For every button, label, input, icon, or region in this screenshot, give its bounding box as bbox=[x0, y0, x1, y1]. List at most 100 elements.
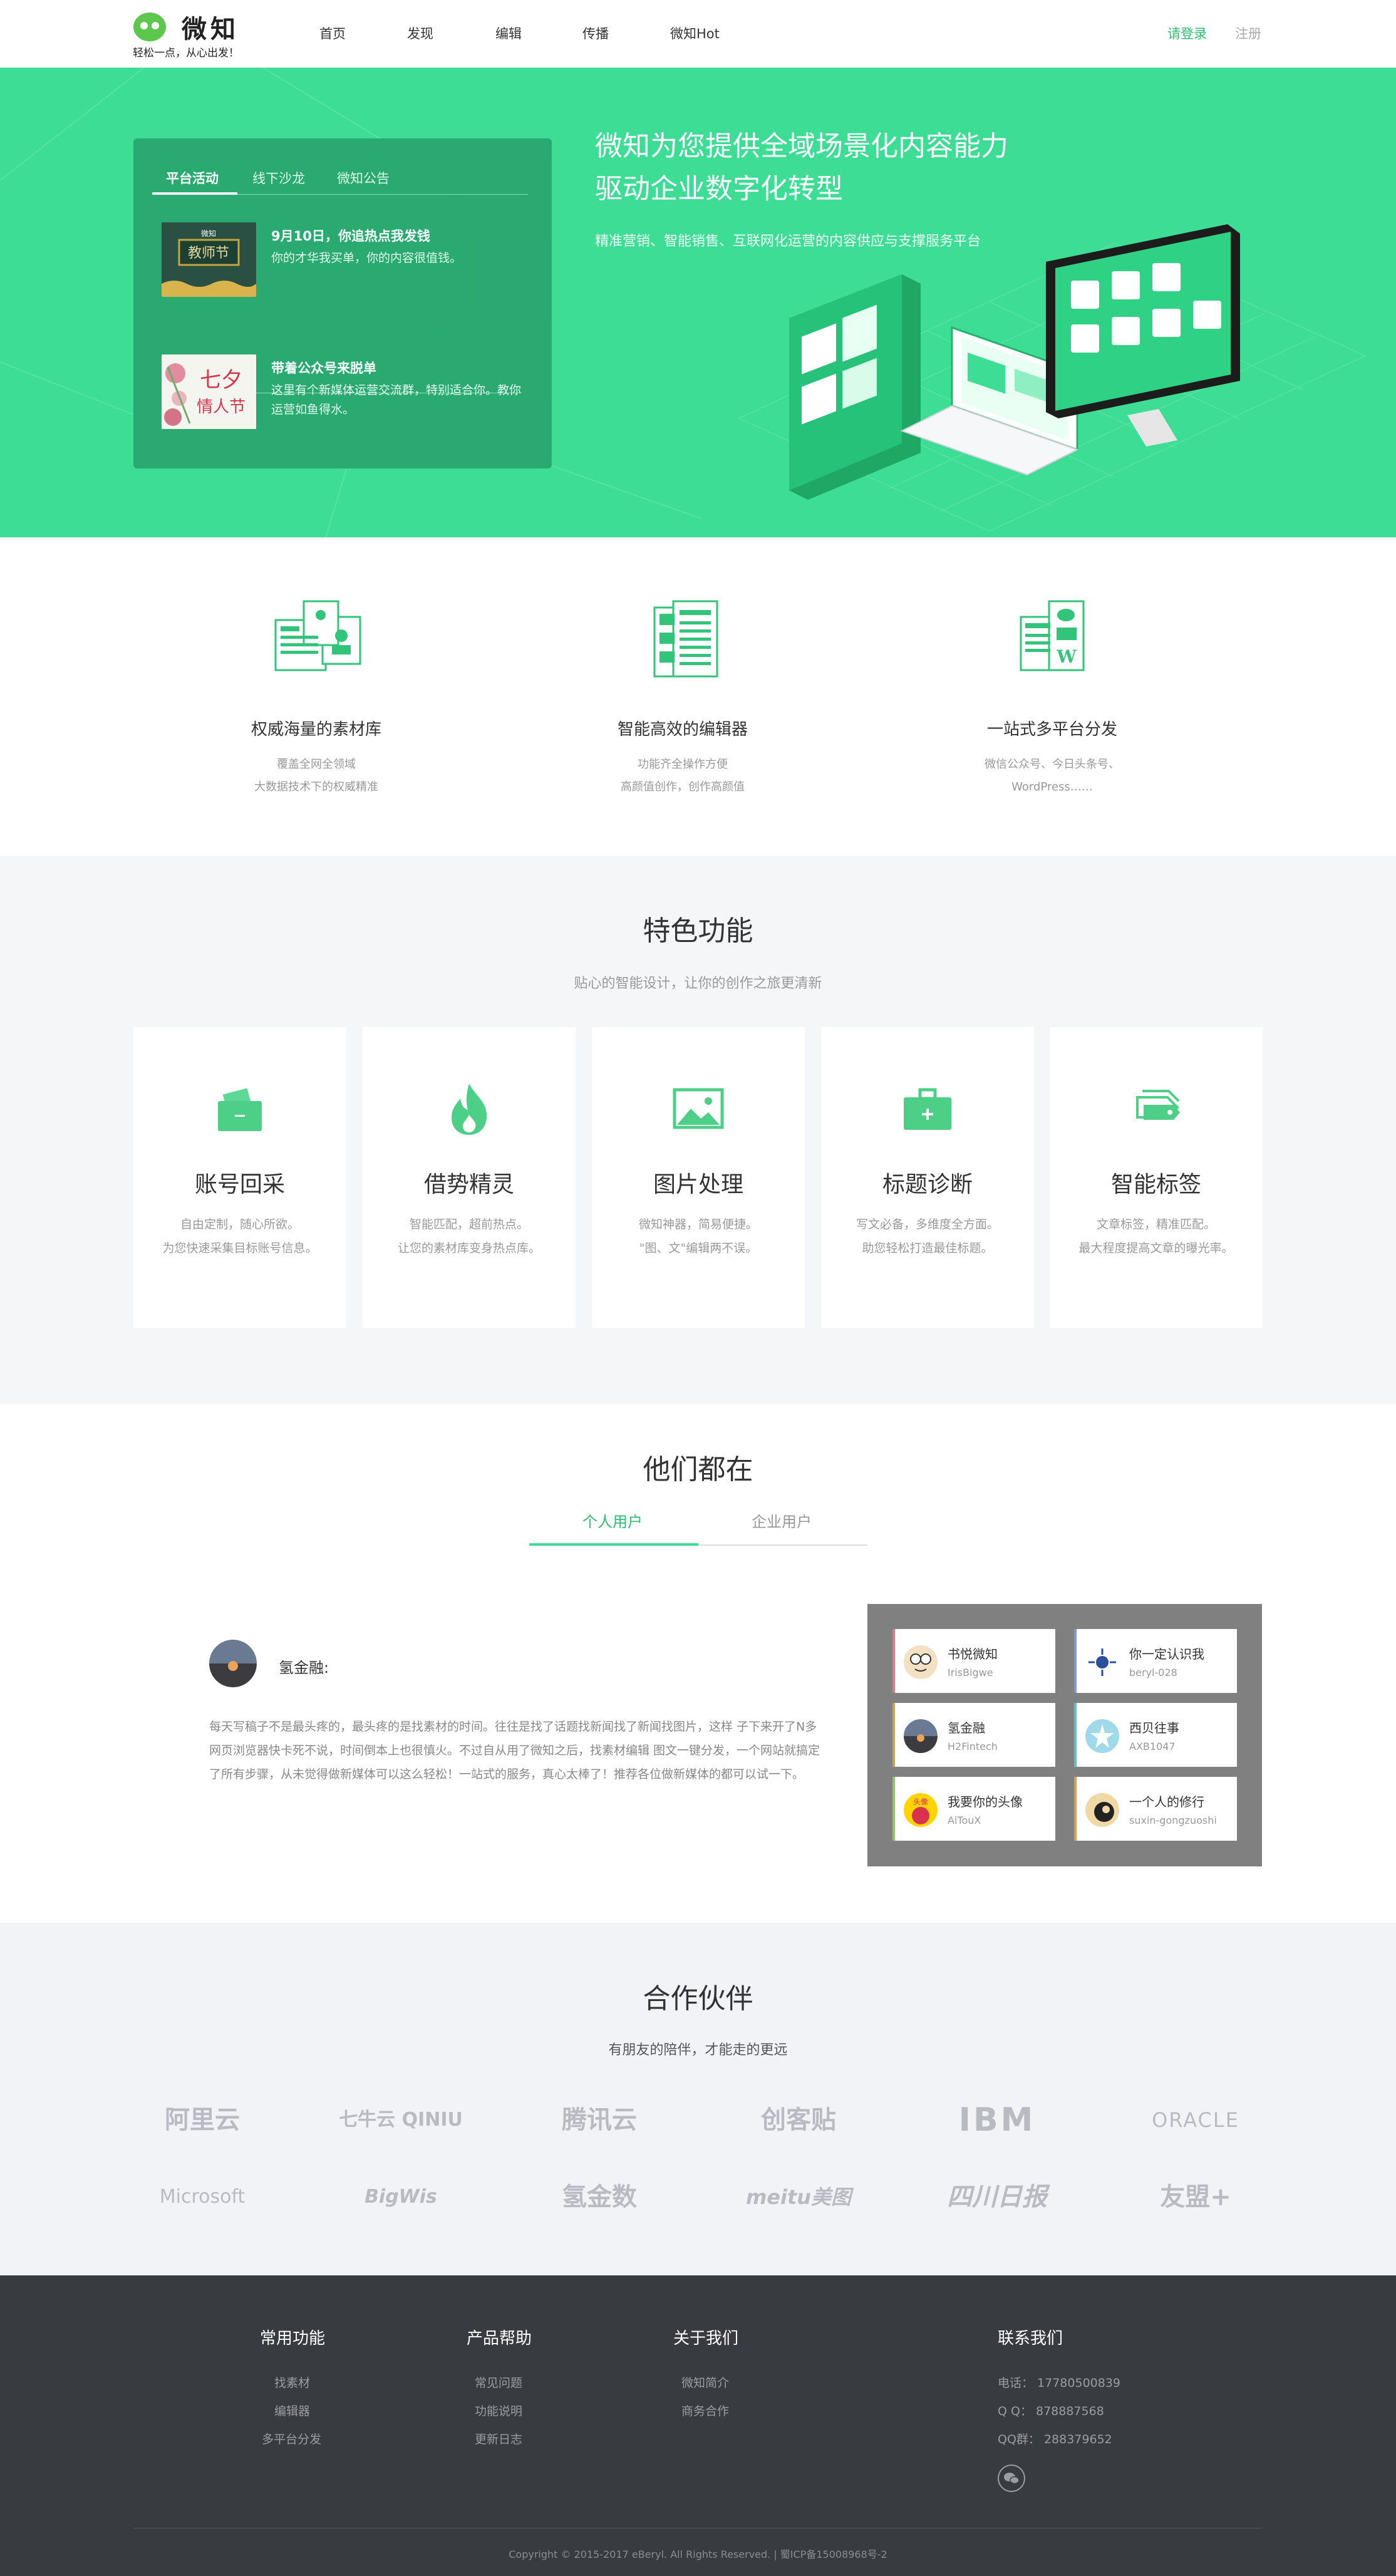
card-desc-line: 自由定制，随心所欲。 bbox=[180, 1218, 299, 1231]
hero-title-line1: 微知为您提供全域场景化内容能力 bbox=[595, 130, 1008, 162]
user-card[interactable]: 西贝往事 AXB1047 bbox=[1074, 1703, 1237, 1767]
footer-link[interactable]: 更新日志 bbox=[475, 2430, 522, 2447]
partner-logo-meitu[interactable]: meitu美图 bbox=[720, 2172, 877, 2222]
user-testimonial: 每天写稿子不是最头疼的，最头疼的是找素材的时间。往往是找了话题找新闻找了新闻找图… bbox=[209, 1720, 820, 1781]
card-title: 借势精灵 bbox=[423, 1172, 514, 1197]
partner-logo-microsoft[interactable]: Microsoft bbox=[124, 2172, 281, 2222]
user-card-id: H2Fintech bbox=[948, 1741, 998, 1752]
footer-phone: 电话： 17780500839 bbox=[998, 2376, 1121, 2390]
logo-icon[interactable] bbox=[133, 13, 166, 41]
footer-link[interactable]: 微知简介 bbox=[681, 2374, 729, 2391]
logo-name[interactable]: 微知 bbox=[182, 9, 239, 45]
distribution-icon: W bbox=[1020, 600, 1085, 671]
partner-logo-ibm[interactable]: IBM bbox=[919, 2095, 1075, 2145]
card-title: 智能标签 bbox=[1110, 1172, 1201, 1197]
avatar bbox=[904, 1645, 938, 1679]
avatar[interactable] bbox=[209, 1640, 257, 1687]
news-desc-2: 这里有个新媒体运营交流群，特别适合你。教你运营如鱼得水。 bbox=[271, 383, 522, 416]
feature-card-image[interactable]: 图片处理 微知神器，简易便捷。 "图、文"编辑两不误。 bbox=[592, 1027, 805, 1328]
feature-card-hotspot[interactable]: 借势精灵 智能匹配，超前热点。 让您的素材库变身热点库。 bbox=[363, 1027, 576, 1328]
tab-platform-activity[interactable]: 平台活动 bbox=[166, 168, 219, 187]
news-panel: 平台活动 线下沙龙 微知公告 教师节 微知 9月10日，你追热点我发钱 你的才华… bbox=[133, 138, 552, 468]
footer-link[interactable]: 常见问题 bbox=[475, 2374, 522, 2391]
footer-link[interactable]: 功能说明 bbox=[475, 2402, 522, 2419]
card-desc: 写文必备，多维度全方面。 助您轻松打造最佳标题。 bbox=[821, 1213, 1034, 1260]
image-icon bbox=[673, 1088, 724, 1129]
user-card-name: 书悦微知 bbox=[948, 1647, 998, 1662]
svg-text:七夕: 七夕 bbox=[200, 368, 242, 393]
footer-link[interactable]: 编辑器 bbox=[274, 2402, 310, 2419]
footer-link[interactable]: 商务合作 bbox=[681, 2402, 729, 2419]
card-desc-line: 文章标签，精准匹配。 bbox=[1096, 1218, 1216, 1231]
footer bbox=[0, 2275, 1396, 2576]
user-card[interactable]: 你一定认识我 beryl-028 bbox=[1074, 1629, 1237, 1693]
partner-logo-umeng[interactable]: 友盟+ bbox=[1117, 2172, 1274, 2222]
feature-editor: 智能高效的编辑器 功能齐全操作方便 高颜值创作，创作高颜值 bbox=[570, 595, 795, 799]
card-desc-line: 让您的素材库变身热点库。 bbox=[397, 1241, 540, 1255]
news-thumb-teacher[interactable]: 教师节 微知 bbox=[162, 222, 256, 297]
feature-material-library: 权威海量的素材库 覆盖全网全领域 大数据技术下的权威精准 bbox=[204, 595, 429, 799]
user-card-name: 你一定认识我 bbox=[1129, 1647, 1204, 1662]
login-link[interactable]: 请登录 bbox=[1167, 24, 1207, 43]
user-card-id: AiTouX bbox=[948, 1814, 981, 1826]
hero-banner: 平台活动 线下沙龙 微知公告 教师节 微知 9月10日，你追热点我发钱 你的才华… bbox=[0, 68, 1396, 537]
partner-logo-aliyun[interactable]: 阿里云 bbox=[124, 2095, 281, 2145]
users-title: 他们都在 bbox=[643, 1454, 753, 1486]
card-desc: 自由定制，随心所欲。 为您快速采集目标账号信息。 bbox=[133, 1213, 346, 1260]
tab-personal-users[interactable]: 个人用户 bbox=[582, 1509, 643, 1531]
card-desc: 微知神器，简易便捷。 "图、文"编辑两不误。 bbox=[592, 1213, 805, 1260]
svg-text:微知: 微知 bbox=[201, 229, 216, 238]
user-card[interactable]: 书悦微知 IrisBigwe bbox=[892, 1629, 1055, 1693]
partner-logo-qingjinshu[interactable]: 氢金数 bbox=[521, 2172, 678, 2222]
footer-link[interactable]: 找素材 bbox=[274, 2374, 310, 2391]
user-card-id: beryl-028 bbox=[1129, 1667, 1177, 1679]
partner-logo-tencent-cloud[interactable]: 腾讯云 bbox=[521, 2095, 678, 2145]
user-card-name: 我要你的头像 bbox=[948, 1794, 1023, 1809]
partner-logo-qiniu[interactable]: 七牛云 QINIU bbox=[323, 2095, 479, 2145]
card-desc: 智能匹配，超前热点。 让您的素材库变身热点库。 bbox=[363, 1213, 576, 1260]
user-card[interactable]: 氢金融 H2Fintech bbox=[892, 1703, 1055, 1767]
nav-edit[interactable]: 编辑 bbox=[495, 24, 522, 43]
user-card-id: AXB1047 bbox=[1129, 1741, 1176, 1752]
tab-announcement[interactable]: 微知公告 bbox=[337, 168, 390, 187]
news-thumb-qixi[interactable]: 七夕 情人节 bbox=[162, 354, 256, 429]
partners-title: 合作伙伴 bbox=[643, 1983, 753, 2015]
top-header: 微知 轻松一点，从心出发！ 首页 发现 编辑 传播 微知Hot 请登录 注册 bbox=[0, 0, 1396, 68]
partner-logo-sichuan-daily[interactable]: 四川日报 bbox=[919, 2172, 1075, 2222]
user-card[interactable]: 头像 我要你的头像 AiTouX bbox=[892, 1777, 1055, 1841]
tab-enterprise-users[interactable]: 企业用户 bbox=[752, 1509, 812, 1531]
partner-logo-chuangketie[interactable]: 创客贴 bbox=[720, 2095, 877, 2145]
card-desc-line: 最大程度提高文章的曝光率。 bbox=[1078, 1241, 1234, 1255]
card-desc-line: 写文必备，多维度全方面。 bbox=[856, 1218, 999, 1231]
medkit-icon bbox=[904, 1088, 951, 1130]
nav-hot[interactable]: 微知Hot bbox=[670, 24, 720, 43]
svg-text:教师节: 教师节 bbox=[188, 246, 229, 261]
nav-discover[interactable]: 发现 bbox=[407, 24, 433, 43]
feature-desc: 微信公众号、今日头条号、 WordPress…… bbox=[939, 753, 1165, 799]
svg-text:W: W bbox=[1056, 646, 1077, 667]
footer-link[interactable]: 多平台分发 bbox=[262, 2430, 321, 2447]
nav-home[interactable]: 首页 bbox=[319, 24, 346, 43]
register-link[interactable]: 注册 bbox=[1235, 24, 1261, 43]
editor-icon bbox=[653, 600, 718, 678]
footer-qq: Q Q： 878887568 bbox=[998, 2404, 1104, 2418]
feature-card-account[interactable]: 账号回采 自由定制，随心所欲。 为您快速采集目标账号信息。 bbox=[133, 1027, 346, 1328]
feature-desc-line: WordPress…… bbox=[1011, 780, 1093, 794]
news-title-1[interactable]: 9月10日，你追热点我发钱 bbox=[271, 226, 430, 245]
nav-spread[interactable]: 传播 bbox=[582, 24, 609, 43]
feature-card-tags[interactable]: 智能标签 文章标签，精准匹配。 最大程度提高文章的曝光率。 bbox=[1050, 1027, 1263, 1328]
feature-card-title-check[interactable]: 标题诊断 写文必备，多维度全方面。 助您轻松打造最佳标题。 bbox=[821, 1027, 1034, 1328]
wechat-icon[interactable] bbox=[998, 2465, 1025, 2492]
special-title: 特色功能 bbox=[643, 915, 753, 947]
partner-logo-oracle[interactable]: ORACLE bbox=[1117, 2095, 1274, 2145]
user-grid: 书悦微知 IrisBigwe 你一定认识我 beryl-028 氢金融 H2Fi… bbox=[867, 1604, 1262, 1866]
news-title-2[interactable]: 带着公众号来脱单 bbox=[271, 358, 376, 377]
footer-qq-group: QQ群： 288379652 bbox=[998, 2433, 1112, 2446]
tag-icon bbox=[1136, 1090, 1180, 1120]
special-subtitle: 贴心的智能设计，让你的创作之旅更清新 bbox=[574, 976, 822, 991]
partner-logo-bigwis[interactable]: BigWis bbox=[323, 2172, 479, 2222]
material-library-icon bbox=[274, 600, 361, 671]
user-card[interactable]: 一个人的修行 suxin-gongzuoshi bbox=[1074, 1777, 1237, 1841]
tab-offline-salon[interactable]: 线下沙龙 bbox=[252, 168, 305, 187]
hero-title: 微知为您提供全域场景化内容能力 驱动企业数字化转型 bbox=[595, 125, 1008, 210]
